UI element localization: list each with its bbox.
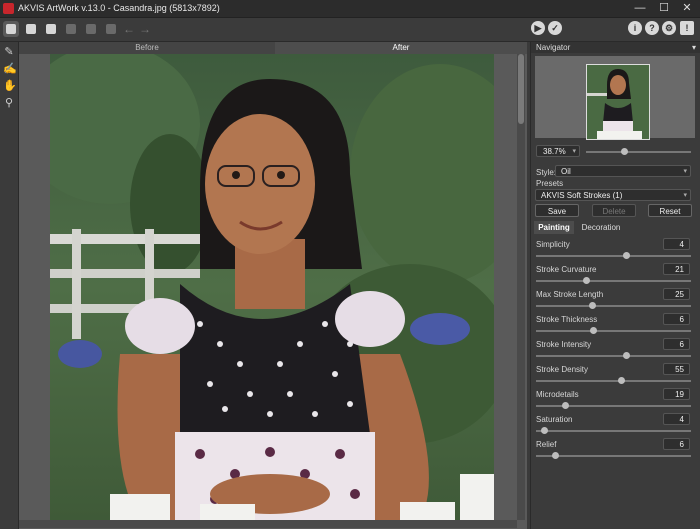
zoom-select[interactable]: 38.7% ▾ (536, 145, 580, 157)
param-value-field[interactable]: 21 (663, 263, 690, 275)
batch-processing-button[interactable] (23, 21, 39, 37)
param-slider[interactable] (536, 455, 691, 457)
settings-gear-icon[interactable]: ⚙ (662, 21, 676, 35)
tab-before[interactable]: Before (19, 42, 275, 54)
param-label: Stroke Intensity (536, 340, 592, 349)
zoom-value: 38.7% (543, 147, 566, 156)
help-icon[interactable]: ? (645, 21, 659, 35)
collapse-chevron-icon[interactable]: ▾ (692, 42, 696, 53)
image-window: Before After (19, 42, 527, 529)
param-value-field[interactable]: 4 (663, 238, 690, 250)
zoom-slider[interactable] (586, 151, 691, 153)
redo-icon[interactable]: → (138, 21, 152, 37)
app-logo-icon (3, 3, 14, 14)
param-slider-knob[interactable] (622, 352, 630, 359)
param-label: Stroke Curvature (536, 265, 597, 274)
param-slider[interactable] (536, 430, 691, 432)
param-label: Max Stroke Length (536, 290, 604, 299)
style-label: Style: (536, 168, 557, 177)
tab-painting[interactable]: Painting (534, 221, 574, 234)
param-label: Stroke Thickness (536, 315, 598, 324)
param-slider[interactable] (536, 305, 691, 307)
vertical-scroll-thumb[interactable] (518, 54, 524, 124)
param-slider-knob[interactable] (618, 377, 626, 384)
eraser-tool-icon[interactable]: ✍ (3, 63, 17, 75)
tab-after[interactable]: After (275, 42, 527, 54)
param-value-field[interactable]: 55 (663, 363, 690, 375)
param-slider[interactable] (536, 330, 691, 332)
param-label: Saturation (536, 415, 573, 424)
presets-select[interactable]: AKVIS Soft Strokes (1) ▾ (535, 189, 691, 201)
param-value-field[interactable]: 6 (663, 438, 690, 450)
delete-preset-button[interactable]: Delete (592, 204, 636, 217)
undo-icon[interactable]: ← (122, 21, 136, 37)
param-value-field[interactable]: 19 (663, 388, 690, 400)
run-icon[interactable]: ▶ (531, 21, 545, 35)
toolbar: ← → ▶ ✓ i ? ⚙ ! (0, 18, 700, 42)
horizontal-scrollbar[interactable] (19, 520, 517, 528)
param-slider-knob[interactable] (590, 327, 598, 334)
minimize-icon[interactable]: — (630, 1, 650, 16)
window-title: AKVIS ArtWork v.13.0 - Casandra.jpg (581… (18, 3, 220, 13)
zoom-chevron-icon: ▾ (572, 148, 576, 155)
print-button[interactable] (63, 21, 79, 37)
vertical-scrollbar[interactable] (517, 54, 525, 520)
param-value-field[interactable]: 6 (663, 313, 690, 325)
navigator-preview[interactable] (535, 56, 695, 140)
param-slider[interactable] (536, 255, 691, 257)
tab-decoration[interactable]: Decoration (578, 221, 624, 234)
share-button[interactable] (83, 21, 99, 37)
presets-value: AKVIS Soft Strokes (1) (541, 191, 623, 200)
param-label: Relief (536, 440, 557, 449)
painted-photo[interactable] (50, 54, 494, 520)
apply-icon[interactable]: ✓ (548, 21, 562, 35)
param-slider[interactable] (536, 380, 691, 382)
param-label: Simplicity (536, 240, 570, 249)
param-value-field[interactable]: 25 (663, 288, 690, 300)
hand-tool-icon[interactable]: ✋ (3, 80, 17, 92)
param-slider-knob[interactable] (551, 452, 559, 459)
before-after-tabs: Before After (19, 42, 527, 54)
style-value: Oil (561, 167, 571, 176)
save-preset-button[interactable]: Save (535, 204, 579, 217)
param-label: Stroke Density (536, 365, 589, 374)
style-chevron-icon: ▾ (683, 168, 687, 175)
reset-preset-button[interactable]: Reset (648, 204, 692, 217)
info-icon[interactable]: i (628, 21, 642, 35)
param-slider-knob[interactable] (588, 302, 596, 309)
style-select[interactable]: Oil ▾ (555, 165, 691, 177)
navigator-title: Navigator (536, 43, 571, 52)
notifications-icon[interactable]: ! (680, 21, 694, 35)
portrait-image (50, 54, 494, 520)
tools-panel: ✎ ✍ ✋ ⚲ (0, 42, 19, 529)
presets-label: Presets (536, 179, 564, 188)
param-slider[interactable] (536, 280, 691, 282)
navigator-header: Navigator ▾ (531, 42, 700, 53)
settings-panel: Navigator ▾ 38.7% ▾ Style: Oil ▾ Presets… (530, 42, 700, 529)
navigator-thumbnail[interactable] (586, 64, 650, 140)
param-slider-knob[interactable] (582, 277, 590, 284)
param-slider-knob[interactable] (562, 402, 570, 409)
param-slider[interactable] (536, 405, 691, 407)
param-slider[interactable] (536, 355, 691, 357)
presets-chevron-icon: ▾ (683, 192, 687, 199)
open-image-button[interactable] (3, 21, 19, 37)
zoom-slider-knob[interactable] (621, 148, 628, 155)
title-bar: AKVIS ArtWork v.13.0 - Casandra.jpg (581… (0, 0, 700, 18)
maximize-icon[interactable]: ☐ (654, 1, 674, 16)
param-slider-knob[interactable] (540, 427, 548, 434)
close-icon[interactable]: ✕ (677, 1, 697, 16)
save-image-button[interactable] (43, 21, 59, 37)
param-value-field[interactable]: 4 (663, 413, 690, 425)
param-slider-knob[interactable] (622, 252, 630, 259)
zoom-tool-icon[interactable]: ⚲ (3, 97, 15, 109)
export-button[interactable] (103, 21, 119, 37)
param-value-field[interactable]: 6 (663, 338, 690, 350)
brush-tool-icon[interactable]: ✎ (3, 46, 15, 58)
param-label: Microdetails (536, 390, 579, 399)
